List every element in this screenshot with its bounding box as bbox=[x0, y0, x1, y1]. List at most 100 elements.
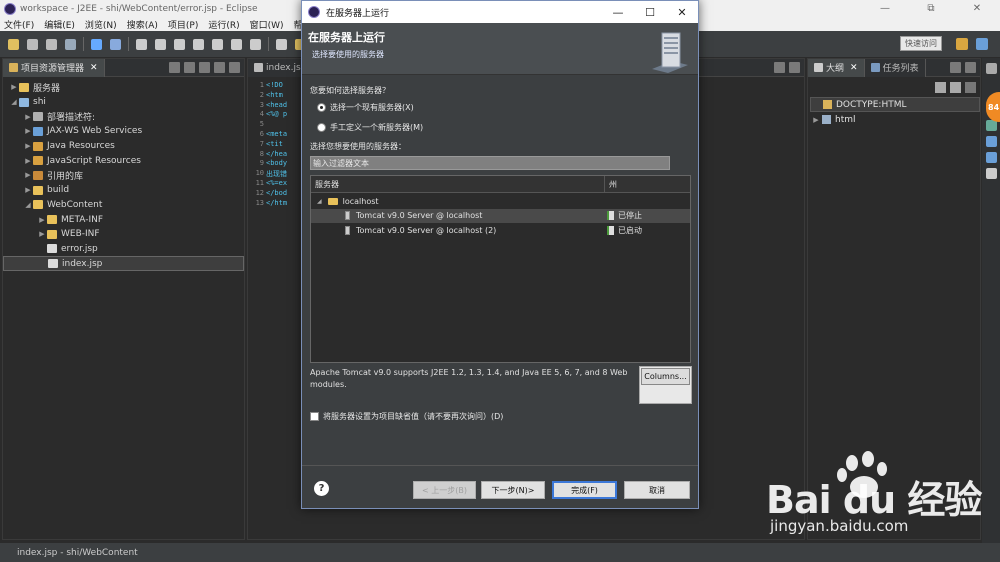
close-button[interactable]: ✕ bbox=[954, 0, 1000, 17]
checkbox-indicator[interactable] bbox=[310, 412, 319, 421]
minimize-button[interactable]: — bbox=[602, 1, 634, 23]
maximize-icon[interactable] bbox=[229, 62, 240, 73]
tree-item[interactable]: error.jsp bbox=[3, 242, 244, 257]
radio-new-server[interactable]: 手工定义一个新服务器(M) bbox=[317, 122, 423, 133]
quick-access-field[interactable]: 快速访问 bbox=[900, 36, 942, 51]
tree-item[interactable]: ▶ Java Resources bbox=[3, 139, 244, 154]
view-menu-icon[interactable] bbox=[965, 81, 976, 93]
menu-search[interactable]: 搜索(A) bbox=[127, 18, 158, 31]
tab-task-list[interactable]: 任务列表 bbox=[864, 58, 926, 77]
radio-indicator[interactable] bbox=[317, 103, 326, 112]
expanded-arrow-icon[interactable]: ◢ bbox=[23, 201, 33, 209]
outline-toggle-icon[interactable] bbox=[276, 38, 287, 50]
close-button[interactable]: ✕ bbox=[666, 1, 698, 23]
view-menu-icon[interactable] bbox=[199, 62, 210, 73]
minimize-button[interactable]: — bbox=[862, 0, 908, 17]
tree-item[interactable]: ▶ META-INF bbox=[3, 212, 244, 227]
data-source-view-icon[interactable] bbox=[985, 168, 997, 179]
maximize-icon[interactable] bbox=[789, 62, 800, 73]
expanded-arrow-icon[interactable]: ◢ bbox=[317, 198, 322, 205]
tab-outline[interactable]: 大纲 ✕ bbox=[808, 58, 865, 77]
tree-item[interactable]: ▶ JAX-WS Web Services bbox=[3, 124, 244, 139]
servers-view-icon[interactable] bbox=[985, 120, 997, 131]
tree-item[interactable]: ▶ 服务器 bbox=[3, 80, 244, 95]
help-button[interactable]: ? bbox=[314, 481, 329, 496]
cancel-button[interactable]: 取消 bbox=[624, 481, 690, 499]
radio-indicator[interactable] bbox=[317, 123, 326, 132]
outline-item[interactable]: DOCTYPE:HTML bbox=[810, 97, 980, 112]
print-icon[interactable] bbox=[65, 38, 76, 50]
tree-item[interactable]: ▶ JavaScript Resources bbox=[3, 153, 244, 168]
server-icon[interactable] bbox=[91, 38, 102, 50]
expand-arrow-icon[interactable]: ▶ bbox=[37, 216, 47, 224]
maximize-icon[interactable] bbox=[965, 62, 976, 73]
columns-button[interactable]: Columns... bbox=[641, 368, 690, 385]
tree-item[interactable]: ▶ 引用的库 bbox=[3, 168, 244, 183]
minimize-icon[interactable] bbox=[774, 62, 785, 73]
next-button[interactable]: 下一步(N)> bbox=[481, 481, 545, 499]
disconnect-icon[interactable] bbox=[193, 38, 204, 50]
expand-arrow-icon[interactable]: ▶ bbox=[810, 116, 822, 124]
menu-run[interactable]: 运行(R) bbox=[208, 18, 239, 31]
filter-input[interactable]: 输入过滤器文本 bbox=[310, 156, 670, 170]
stopped-state-icon bbox=[607, 211, 614, 221]
expand-arrow-icon[interactable]: ▶ bbox=[37, 230, 47, 238]
menu-navigate[interactable]: 浏览(N) bbox=[85, 18, 117, 31]
back-button[interactable]: < 上一步(B) bbox=[413, 481, 476, 499]
expand-arrow-icon[interactable]: ▶ bbox=[23, 113, 33, 121]
tree-item[interactable]: ▶ WEB-INF bbox=[3, 227, 244, 242]
console-view-icon[interactable] bbox=[985, 152, 997, 163]
maximize-button[interactable]: ☐ bbox=[634, 1, 666, 23]
expand-arrow-icon[interactable]: ▶ bbox=[9, 83, 19, 91]
outline-toolbar bbox=[808, 77, 980, 97]
properties-view-icon[interactable] bbox=[985, 136, 997, 147]
minimize-icon[interactable] bbox=[950, 62, 961, 73]
column-header-state[interactable]: 州 bbox=[605, 176, 617, 192]
table-row[interactable]: ◢ localhost bbox=[311, 194, 690, 209]
radio-existing-server[interactable]: 选择一个现有服务器(X) bbox=[317, 102, 414, 113]
collapse-all-icon[interactable] bbox=[169, 62, 180, 73]
step-over-icon[interactable] bbox=[231, 38, 242, 50]
menu-file[interactable]: 文件(F) bbox=[4, 18, 34, 31]
link-editor-icon[interactable] bbox=[184, 62, 195, 73]
expand-arrow-icon[interactable]: ▶ bbox=[23, 127, 33, 135]
tab-project-explorer[interactable]: 项目资源管理器 ✕ bbox=[3, 58, 105, 77]
expand-arrow-icon[interactable]: ▶ bbox=[23, 157, 33, 165]
tree-item[interactable]: ◢ shi bbox=[3, 95, 244, 110]
tree-item[interactable]: ▶ build bbox=[3, 183, 244, 198]
new-icon[interactable] bbox=[8, 38, 19, 50]
expand-arrow-icon[interactable]: ▶ bbox=[23, 171, 33, 179]
finish-button[interactable]: 完成(F) bbox=[552, 481, 617, 499]
outline-item[interactable]: ▶ html bbox=[810, 112, 980, 127]
restore-button[interactable]: ⧉ bbox=[908, 0, 954, 17]
save-all-icon[interactable] bbox=[46, 38, 57, 50]
close-icon[interactable]: ✕ bbox=[90, 63, 98, 73]
tree-item[interactable]: index.jsp bbox=[3, 256, 244, 271]
menu-project[interactable]: 项目(P) bbox=[168, 18, 198, 31]
link-icon[interactable] bbox=[110, 38, 121, 50]
minimize-icon[interactable] bbox=[214, 62, 225, 73]
perspective-icon[interactable] bbox=[956, 38, 968, 50]
default-server-checkbox[interactable]: 将服务器设置为项目缺省值（请不要再次询问）(D) bbox=[310, 411, 503, 422]
suspend-icon[interactable] bbox=[155, 38, 166, 50]
menu-edit[interactable]: 编辑(E) bbox=[44, 18, 75, 31]
table-row[interactable]: Tomcat v9.0 Server @ localhost (2) 已启动 bbox=[311, 223, 690, 238]
step-into-icon[interactable] bbox=[212, 38, 223, 50]
expanded-arrow-icon[interactable]: ◢ bbox=[9, 98, 19, 106]
close-icon[interactable]: ✕ bbox=[850, 63, 858, 73]
tree-item[interactable]: ◢ WebContent bbox=[3, 198, 244, 213]
java-ee-perspective-icon[interactable] bbox=[976, 38, 988, 50]
collapse-all-icon[interactable] bbox=[950, 81, 961, 93]
step-return-icon[interactable] bbox=[250, 38, 261, 50]
menu-window[interactable]: 窗口(W) bbox=[250, 18, 284, 31]
column-header-server[interactable]: 服务器 bbox=[311, 176, 605, 192]
restore-icon[interactable] bbox=[985, 63, 997, 74]
sort-icon[interactable] bbox=[935, 81, 946, 93]
expand-arrow-icon[interactable]: ▶ bbox=[23, 186, 33, 194]
terminate-icon[interactable] bbox=[174, 38, 185, 50]
tree-item[interactable]: ▶ 部署描述符: bbox=[3, 109, 244, 124]
expand-arrow-icon[interactable]: ▶ bbox=[23, 142, 33, 150]
save-icon[interactable] bbox=[27, 38, 38, 50]
table-row[interactable]: Tomcat v9.0 Server @ localhost 已停止 bbox=[311, 208, 690, 223]
resume-icon[interactable] bbox=[136, 38, 147, 50]
